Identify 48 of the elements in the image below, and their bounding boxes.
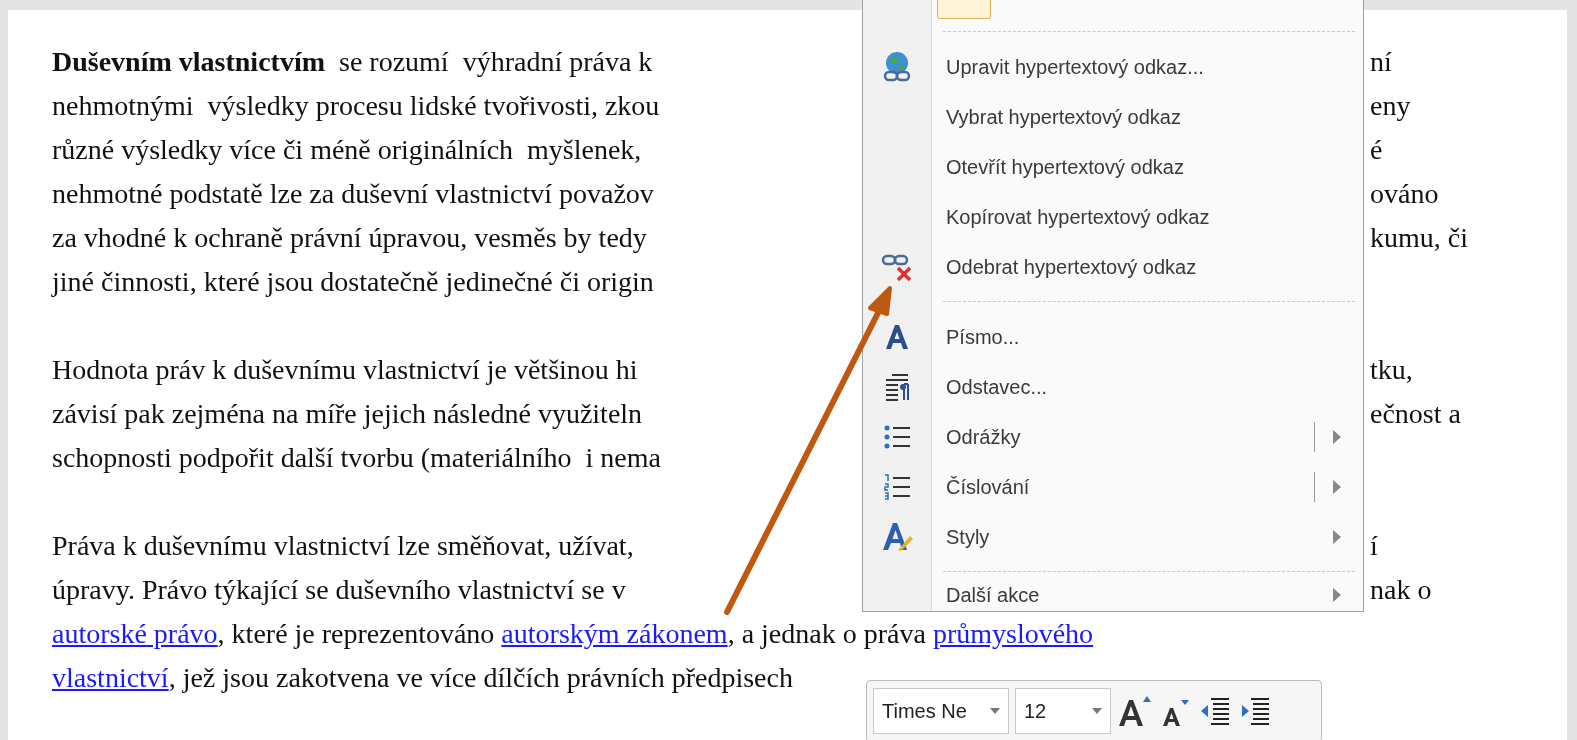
- font-name-dropdown[interactable]: Times Ne: [873, 688, 1009, 734]
- text-line: nak o: [1370, 573, 1432, 607]
- text-link[interactable]: průmyslového: [932, 618, 1094, 649]
- submenu-arrow-icon: [1333, 588, 1341, 602]
- text-line: ečnost a: [1370, 397, 1461, 431]
- menu-item[interactable]: Další akce: [863, 578, 1363, 612]
- menu-item[interactable]: Vybrat hypertextový odkaz: [863, 92, 1363, 142]
- text-line: za vhodné k ochraně právní úpravou, vesměs by tedy: [52, 221, 648, 255]
- text-line: nehmotné podstatě lze za duševní vlastnictví považov: [52, 177, 655, 211]
- text-line: jiné činnosti, které jsou dostatečně jedinečné či origin: [52, 265, 654, 299]
- menu-item[interactable]: Otevřít hypertextový odkaz: [863, 142, 1363, 192]
- text-line: Duševním vlastnictvím se rozumí výhradní práva k: [52, 45, 654, 79]
- text-line: vlastnictví, jež jsou zakotvena ve více dílčích právních předpisech: [52, 661, 793, 695]
- submenu-arrow-icon: [1333, 530, 1341, 544]
- styles-icon: [880, 520, 914, 554]
- grow-font-icon[interactable]: [1117, 694, 1153, 728]
- text-line: různé výsledky více či méně originálních myšlenek,: [52, 133, 643, 167]
- menu-item[interactable]: Číslování: [863, 462, 1363, 512]
- submenu-arrow-icon: [1333, 430, 1341, 444]
- text-line: kumu, či: [1370, 221, 1468, 255]
- menu-item[interactable]: Odrážky: [863, 412, 1363, 462]
- numbered-list-icon: [882, 472, 912, 502]
- text-line: í: [1370, 529, 1378, 563]
- text-line: tku,: [1370, 353, 1413, 387]
- text-line: ní: [1370, 45, 1392, 79]
- menu-item[interactable]: Upravit hypertextový odkaz...: [863, 42, 1363, 92]
- text-line: Práva k duševnímu vlastnictví lze směňovat, užívat,: [52, 529, 635, 563]
- text-line: autorské právo, které je reprezentováno autorským zákonem, a jednak o práva průmyslového: [52, 617, 1094, 651]
- dropdown-caret-icon: [990, 708, 1000, 714]
- text-line: eny: [1370, 89, 1411, 123]
- menu-item[interactable]: Odstavec...: [863, 362, 1363, 412]
- dropdown-caret-icon: [1092, 708, 1102, 714]
- text-line: nehmotnými výsledky procesu lidské tvořivosti, zkou: [52, 89, 661, 123]
- menu-item[interactable]: Odebrat hypertextový odkaz: [863, 242, 1363, 292]
- text-line: závisí pak zejména na míře jejich následné využiteln: [52, 397, 644, 431]
- text-line: schopnosti podpořit další tvorbu (materiálního i nema: [52, 441, 661, 475]
- menu-item[interactable]: Styly: [863, 512, 1363, 562]
- menu-item[interactable]: Písmo...: [863, 312, 1363, 362]
- menu-item[interactable]: Kopírovat hypertextový odkaz: [863, 192, 1363, 242]
- submenu-arrow-icon: [1333, 480, 1341, 494]
- text-line: úpravy. Právo týkající se duševního vlastnictví se v: [52, 573, 627, 607]
- text-line: ováno: [1370, 177, 1439, 211]
- text-line: Hodnota práv k duševnímu vlastnictví je většinou hi: [52, 353, 639, 387]
- font-size-dropdown[interactable]: 12: [1015, 688, 1111, 734]
- text-link[interactable]: autorským zákonem: [501, 618, 728, 649]
- text-line: é: [1370, 133, 1383, 167]
- text-link[interactable]: autorské právo: [52, 618, 218, 649]
- text-link[interactable]: vlastnictví: [52, 662, 169, 693]
